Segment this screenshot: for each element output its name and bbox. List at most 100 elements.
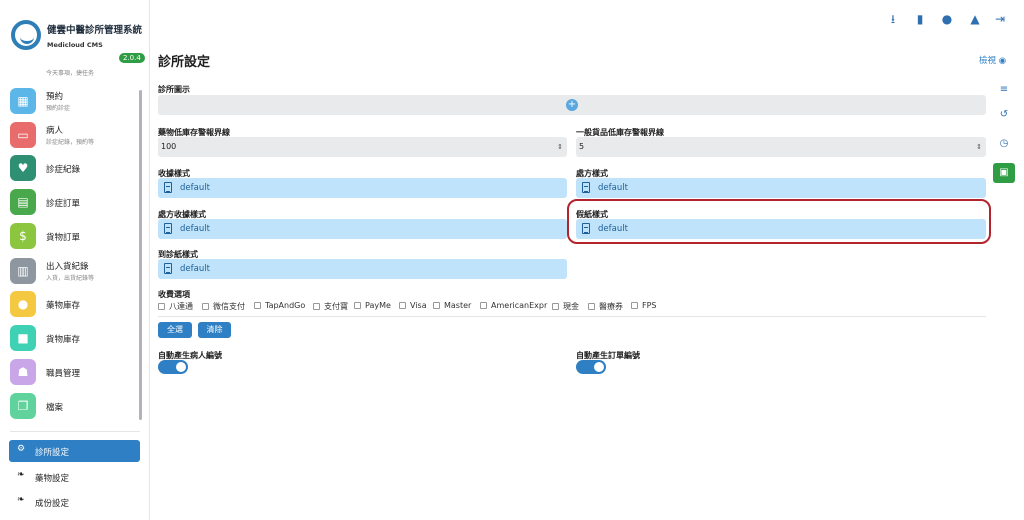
logo-icon bbox=[11, 20, 41, 50]
highlight-box bbox=[567, 199, 991, 244]
sidebar-item-label: 診所設定 bbox=[35, 448, 70, 458]
document-icon bbox=[164, 223, 172, 234]
clinic-icon-upload[interactable]: + bbox=[158, 95, 986, 115]
checkbox[interactable] bbox=[313, 303, 320, 310]
bell-icon[interactable]: ▲ bbox=[968, 12, 982, 26]
sidebar-item-label: 檔案 bbox=[46, 403, 64, 413]
sidebar-item-label: 診症紀錄 bbox=[46, 165, 81, 175]
clipboard-icon[interactable]: ▮ bbox=[913, 12, 927, 26]
eye-icon: ◉ bbox=[998, 56, 1007, 66]
payment-option[interactable]: 現金 bbox=[552, 301, 579, 312]
document-icon bbox=[164, 263, 172, 274]
logout-icon[interactable]: ⇥ bbox=[993, 12, 1007, 26]
checkbox[interactable] bbox=[588, 303, 595, 310]
auto-order-toggle[interactable] bbox=[576, 360, 606, 374]
stepper-icon[interactable]: ⇕ bbox=[976, 137, 982, 157]
select-all-button[interactable]: 全選 bbox=[158, 322, 192, 338]
sidebar-partial-sub: 今天事項，捷任务 bbox=[46, 70, 95, 77]
payment-option-label: 現金 bbox=[563, 302, 579, 311]
staff-icon: ☗ bbox=[10, 359, 36, 385]
checkbox[interactable] bbox=[631, 302, 638, 309]
history-icon[interactable]: ↺ bbox=[993, 105, 1015, 125]
clock-icon[interactable]: ◷ bbox=[993, 134, 1015, 154]
sidebar-item-ingredient-settings[interactable]: ❧ 成份設定 bbox=[9, 491, 140, 513]
med-low-stock-input[interactable]: 100 ⇕ bbox=[158, 137, 567, 157]
document-icon: ▤ bbox=[10, 189, 36, 215]
payment-option[interactable]: TapAndGo bbox=[254, 301, 305, 310]
sidebar-item-label: 成份設定 bbox=[35, 499, 70, 509]
payment-option[interactable]: PayMe bbox=[354, 301, 391, 310]
clear-button[interactable]: 清除 bbox=[198, 322, 231, 338]
payment-option[interactable]: Visa bbox=[399, 301, 427, 310]
sidebar-item-staff[interactable]: ☗ 職員管理 bbox=[10, 357, 135, 389]
list-icon[interactable]: ≡ bbox=[993, 80, 1015, 100]
view-link[interactable]: 檢視 ◉ bbox=[979, 54, 1006, 66]
version-badge: 2.0.4 bbox=[119, 53, 145, 63]
attendance-field[interactable]: default bbox=[158, 259, 567, 279]
pills-icon: ● bbox=[10, 291, 36, 317]
stepper-icon[interactable]: ⇕ bbox=[557, 137, 563, 157]
divider bbox=[158, 316, 986, 317]
prescription-receipt-field[interactable]: default bbox=[158, 219, 567, 239]
auto-patient-toggle[interactable] bbox=[158, 360, 188, 374]
checkbox[interactable] bbox=[433, 302, 440, 309]
attendance-value: default bbox=[180, 264, 210, 274]
files-icon: ❐ bbox=[10, 393, 36, 419]
checkbox[interactable] bbox=[354, 302, 361, 309]
calendar-icon: ▦ bbox=[10, 88, 36, 114]
bed-icon: ▭ bbox=[10, 122, 36, 148]
receipt-style-field[interactable]: default bbox=[158, 178, 567, 198]
checkbox[interactable] bbox=[480, 302, 487, 309]
sidebar-item-sub: 入貨，出貨紀錄等 bbox=[46, 275, 95, 282]
payment-option[interactable]: 支付寶 bbox=[313, 301, 348, 312]
download-icon[interactable]: ⭳ bbox=[886, 12, 900, 26]
checkbox[interactable] bbox=[552, 303, 559, 310]
payment-option-label: Visa bbox=[410, 301, 427, 310]
sidebar-item-label: 預約 bbox=[46, 92, 64, 102]
payment-option[interactable]: AmericanExpr bbox=[480, 301, 547, 310]
sidebar-item-label: 藥物設定 bbox=[35, 474, 70, 484]
payment-option[interactable]: 醫療券 bbox=[588, 301, 623, 312]
sidebar-item-goods-orders[interactable]: $ 貨物訂單 bbox=[10, 221, 135, 253]
payment-option-label: 醫療券 bbox=[599, 302, 623, 311]
checkbox[interactable] bbox=[254, 302, 261, 309]
document-icon bbox=[582, 182, 590, 193]
plus-icon[interactable]: + bbox=[566, 99, 578, 111]
goods-low-stock-input[interactable]: 5 ⇕ bbox=[576, 137, 986, 157]
sidebar-item-label: 診症訂單 bbox=[46, 199, 81, 209]
leaf-icon: ❧ bbox=[17, 470, 25, 480]
payment-option[interactable]: 八達通 bbox=[158, 301, 193, 312]
sidebar-item-clinic-settings[interactable]: ⚙ 診所設定 bbox=[9, 440, 140, 462]
payment-option-label: 支付寶 bbox=[324, 302, 348, 311]
sidebar-item-appointments[interactable]: ▦ 預約 預約診症 bbox=[10, 86, 135, 118]
payment-option-label: FPS bbox=[642, 301, 657, 310]
payment-option[interactable]: FPS bbox=[631, 301, 657, 310]
payment-option-label: 微信支付 bbox=[213, 302, 245, 311]
save-icon[interactable]: ▣ bbox=[993, 163, 1015, 183]
user-icon[interactable]: ● bbox=[940, 12, 954, 26]
sidebar-item-goods-stock[interactable]: ■ 貨物庫存 bbox=[10, 323, 135, 355]
payment-option[interactable]: Master bbox=[433, 301, 471, 310]
sidebar-item-consultation-records[interactable]: ♥ 診症紀錄 bbox=[10, 153, 135, 185]
sidebar-item-sub: 預約診症 bbox=[46, 105, 71, 112]
sidebar-scrollbar[interactable] bbox=[139, 90, 142, 420]
sidebar-item-consultation-orders[interactable]: ▤ 診症訂單 bbox=[10, 187, 135, 219]
sidebar-item-label: 貨物庫存 bbox=[46, 335, 81, 345]
sidebar-item-label: 病人 bbox=[46, 126, 64, 136]
checkbox[interactable] bbox=[158, 303, 165, 310]
prescription-style-value: default bbox=[598, 183, 628, 193]
sidebar-item-medicine-settings[interactable]: ❧ 藥物設定 bbox=[9, 466, 140, 488]
gears-icon: ⚙ bbox=[17, 444, 26, 454]
sidebar-item-medicine-stock[interactable]: ● 藥物庫存 bbox=[10, 289, 135, 321]
payment-option-label: AmericanExpr bbox=[491, 301, 548, 310]
sidebar: 健雲中醫診所管理系統 Medicloud CMS 2.0.4 今天事項，捷任务 … bbox=[0, 0, 150, 520]
checkbox[interactable] bbox=[202, 303, 209, 310]
payment-option-label: PayMe bbox=[365, 301, 391, 310]
sidebar-item-patients[interactable]: ▭ 病人 診症紀錄，預約等 bbox=[10, 120, 135, 152]
checkbox[interactable] bbox=[399, 302, 406, 309]
sidebar-item-files[interactable]: ❐ 檔案 bbox=[10, 391, 135, 423]
sidebar-item-stock-records[interactable]: ▥ 出入貨紀錄 入貨，出貨紀錄等 bbox=[10, 256, 135, 288]
payment-option[interactable]: 微信支付 bbox=[202, 301, 245, 312]
sidebar-item-label: 藥物庫存 bbox=[46, 301, 81, 311]
prescription-style-field[interactable]: default bbox=[576, 178, 986, 198]
